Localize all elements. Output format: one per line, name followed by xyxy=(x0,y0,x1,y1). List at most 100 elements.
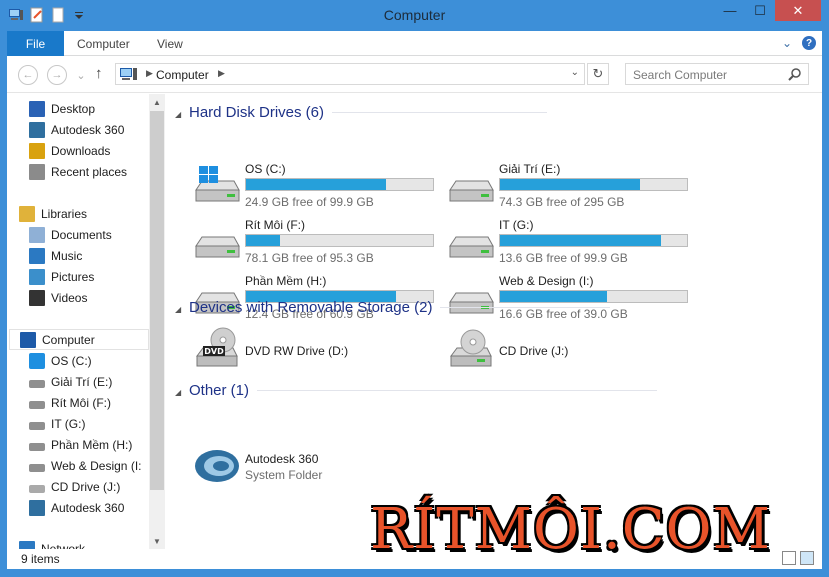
sidebar-item-pictures[interactable]: Pictures xyxy=(29,266,94,287)
forward-button[interactable]: → xyxy=(47,65,67,85)
sidebar-item-label: Downloads xyxy=(51,143,111,158)
group-header-removable-storage[interactable]: ◢ Devices with Removable Storage (2) xyxy=(175,299,611,316)
libraries-icon xyxy=(19,205,35,222)
breadcrumb-separator-icon[interactable]: ▶ xyxy=(146,68,153,79)
sidebar-item-desktop[interactable]: Desktop xyxy=(29,98,95,119)
sidebar-item-it-g[interactable]: IT (G:) xyxy=(29,413,85,434)
drive-icon xyxy=(29,400,45,409)
group-divider xyxy=(332,112,548,113)
drive-icon xyxy=(29,421,45,430)
navigation-scrollbar[interactable]: ▲ ▼ xyxy=(149,94,165,549)
sidebar-item-label: Phần Mềm (H:) xyxy=(51,437,133,452)
address-bar[interactable]: ▶ Computer ▶ ⌄ xyxy=(115,63,585,85)
drive-free-space: 13.6 GB free of 99.9 GB xyxy=(499,251,628,265)
drive-tile-cd[interactable]: CD Drive (J:) xyxy=(447,326,697,376)
maximize-button[interactable]: ☐ xyxy=(745,0,775,21)
sidebar-item-libraries[interactable]: Libraries xyxy=(19,203,87,224)
search-icon[interactable] xyxy=(788,67,802,81)
sidebar-item-downloads[interactable]: Downloads xyxy=(29,140,110,161)
breadcrumb-computer[interactable]: Computer xyxy=(156,68,209,82)
downloads-icon xyxy=(29,142,45,159)
expand-ribbon-icon[interactable]: ⌄ xyxy=(782,36,792,50)
documents-icon xyxy=(29,226,45,243)
drive-usage-bar xyxy=(245,234,434,247)
videos-icon xyxy=(29,289,45,306)
watermark: RÍTMÔI.COM xyxy=(370,497,771,562)
cd-drive-icon xyxy=(450,329,492,367)
scroll-up-icon[interactable]: ▲ xyxy=(149,94,165,110)
item-count: 9 items xyxy=(21,552,60,566)
sidebar-item-label: Pictures xyxy=(51,269,95,284)
breadcrumb-separator-icon[interactable]: ▶ xyxy=(218,68,225,79)
navigation-pane: Desktop Autodesk 360 Downloads Recent place… xyxy=(7,94,149,549)
sidebar-item-web-design-i[interactable]: Web & Design (I: xyxy=(29,455,141,476)
drive-name: DVD RW Drive (D:) xyxy=(245,344,349,358)
sidebar-item-ph-n-m-m-h[interactable]: Phần Mềm (H:) xyxy=(29,434,132,455)
sidebar-item-videos[interactable]: Videos xyxy=(29,287,87,308)
search-input[interactable]: Search Computer xyxy=(625,63,809,85)
dvd-drive-icon: DVD xyxy=(196,327,238,367)
sidebar-item-label: Web & Design (I: xyxy=(51,458,142,473)
sidebar-item-autodesk-360[interactable]: Autodesk 360 xyxy=(29,119,124,140)
sidebar-item-label: Autodesk 360 xyxy=(51,122,125,137)
autodesk-icon xyxy=(29,499,45,516)
scrollbar-thumb[interactable] xyxy=(150,111,164,490)
recent-locations-button[interactable]: ⌄ xyxy=(71,65,91,85)
sidebar-item-label: IT (G:) xyxy=(51,416,86,431)
drive-tile[interactable]: IT (G:) 13.6 GB free of 99.9 GB xyxy=(447,218,697,272)
sidebar-item-cd-drive-j[interactable]: CD Drive (J:) xyxy=(29,476,120,497)
refresh-button[interactable]: ↻ xyxy=(587,63,609,85)
drive-tile[interactable]: OS (C:) 24.9 GB free of 99.9 GB xyxy=(193,162,443,216)
computer-icon xyxy=(20,331,36,348)
autodesk-icon xyxy=(195,450,239,482)
pictures-icon xyxy=(29,268,45,285)
folder-type: System Folder xyxy=(245,468,323,482)
drive-tile[interactable]: Rít Môi (F:) 78.1 GB free of 95.3 GB xyxy=(193,218,443,272)
sidebar-item-label: Computer xyxy=(42,332,95,347)
drive-usage-fill xyxy=(246,179,387,190)
drive-free-space: 78.1 GB free of 95.3 GB xyxy=(245,251,374,265)
tab-computer[interactable]: Computer xyxy=(77,37,130,51)
help-icon[interactable]: ? xyxy=(802,36,816,50)
sidebar-item-label: Documents xyxy=(51,227,112,242)
sidebar-item-documents[interactable]: Documents xyxy=(29,224,112,245)
large-icons-view-icon[interactable] xyxy=(800,551,814,565)
group-header-hard-disk-drives[interactable]: ◢ Hard Disk Drives (6) xyxy=(175,104,548,121)
drive-usage-bar xyxy=(499,178,688,191)
drive-tile-dvd[interactable]: DVD DVD RW Drive (D:) xyxy=(193,326,443,376)
collapse-caret-icon[interactable]: ◢ xyxy=(175,110,181,119)
tab-file[interactable]: File xyxy=(7,31,64,56)
sidebar-item-label: Videos xyxy=(51,290,88,305)
address-dropdown-icon[interactable]: ⌄ xyxy=(571,67,579,78)
up-button[interactable]: ↑ xyxy=(95,65,103,82)
folder-tile-autodesk[interactable]: Autodesk 360 System Folder xyxy=(193,442,443,492)
sidebar-item-network[interactable]: Network xyxy=(19,538,85,549)
sidebar-item-label: Music xyxy=(51,248,83,263)
ribbon-tabs: File Computer View ⌄ ? xyxy=(7,31,822,56)
sidebar-item-computer[interactable]: Computer xyxy=(9,329,149,350)
sidebar-item-os-c[interactable]: OS (C:) xyxy=(29,350,92,371)
group-header-other[interactable]: ◢ Other (1) xyxy=(175,382,658,399)
dvd-badge: DVD xyxy=(204,347,224,356)
scroll-down-icon[interactable]: ▼ xyxy=(149,533,165,549)
collapse-caret-icon[interactable]: ◢ xyxy=(175,305,181,314)
sidebar-item-autodesk-360[interactable]: Autodesk 360 xyxy=(29,497,124,518)
group-title: Other (1) xyxy=(189,382,250,399)
collapse-caret-icon[interactable]: ◢ xyxy=(175,388,181,397)
back-button[interactable]: ← xyxy=(18,65,38,85)
sidebar-item-recent-places[interactable]: Recent places xyxy=(29,161,127,182)
group-divider xyxy=(440,307,611,308)
details-view-icon[interactable] xyxy=(782,551,796,565)
music-icon xyxy=(29,247,45,264)
autodesk-icon xyxy=(29,121,45,138)
folder-name: Autodesk 360 xyxy=(245,452,319,466)
drive-tile[interactable]: Giải Trí (E:) 74.3 GB free of 295 GB xyxy=(447,162,697,216)
group-divider xyxy=(257,390,658,391)
minimize-button[interactable]: — xyxy=(715,0,745,21)
sidebar-item-music[interactable]: Music xyxy=(29,245,82,266)
close-button[interactable]: ✕ xyxy=(775,0,821,21)
tab-view[interactable]: View xyxy=(157,37,183,51)
drive-usage-fill xyxy=(500,235,661,246)
sidebar-item-gi-i-tr-e[interactable]: Giải Trí (E:) xyxy=(29,371,112,392)
sidebar-item-r-t-m-i-f[interactable]: Rít Môi (F:) xyxy=(29,392,111,413)
